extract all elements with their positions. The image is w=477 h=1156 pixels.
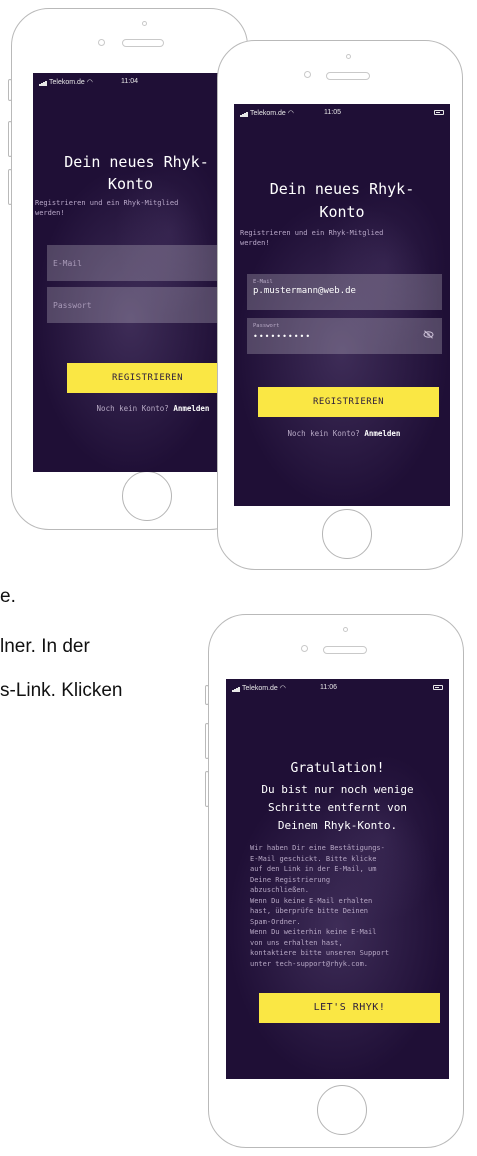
wifi-icon: ◠	[287, 110, 294, 117]
home-button[interactable]	[122, 471, 172, 521]
message-line: Wir haben Dir eine Bestätigungs-	[250, 844, 385, 852]
password-placeholder: Passwort	[53, 301, 92, 310]
side-button	[8, 79, 12, 101]
earpiece-speaker	[122, 39, 164, 47]
eye-slash-icon[interactable]	[423, 330, 434, 339]
status-bar: Telekom.de ◠ 11:04	[33, 73, 228, 91]
phone-front: Telekom.de ◠ 11:05 Dein neues Rhyk- Kont…	[217, 40, 463, 570]
password-value: ••••••••••	[253, 332, 312, 341]
carrier: Telekom.de ◠	[39, 78, 93, 86]
status-bar: Telekom.de ◠ 11:06	[226, 679, 449, 697]
register-button[interactable]: REGISTRIEREN	[258, 387, 439, 417]
message-line: unter tech-support@rhyk.com.	[250, 959, 369, 968]
side-button	[205, 685, 209, 705]
status-time: 11:04	[121, 78, 138, 85]
subtitle-line-1: Registrieren und ein Rhyk-Mitglied	[35, 199, 179, 207]
subtitle-line-2: Schritte entfernt von	[267, 801, 408, 814]
subtitle-line-1: Du bist nur noch wenige	[261, 783, 414, 796]
side-button	[205, 771, 209, 807]
title-line-1: Dein neues Rhyk-	[269, 180, 415, 198]
login-prompt: Noch kein Konto? Anmelden	[73, 404, 228, 413]
home-button[interactable]	[322, 509, 372, 559]
phone-bottom: Telekom.de ◠ 11:06 Gratulation! Du bist …	[205, 614, 464, 1148]
screen-register-empty: Telekom.de ◠ 11:04 Dein neues Rhyk- Kont…	[33, 73, 228, 472]
email-field[interactable]: E-Mail	[47, 245, 228, 281]
side-button	[8, 121, 12, 157]
front-camera	[301, 645, 308, 652]
email-placeholder: E-Mail	[53, 259, 82, 268]
lets-rhyk-button[interactable]: LET'S RHYK!	[259, 993, 440, 1023]
earpiece-speaker	[326, 72, 370, 80]
message-line: auf den Link in der E-Mail, um	[250, 865, 377, 873]
message-line: Spam-Ordner.	[250, 917, 301, 926]
side-button	[205, 723, 209, 759]
proximity-sensor	[343, 627, 348, 632]
confirmation-message: Wir haben Dir eine Bestätigungs- E-Mail …	[250, 843, 440, 969]
message-line: von uns erhalten hast,	[250, 938, 343, 947]
register-button[interactable]: REGISTRIEREN	[67, 363, 228, 393]
status-bar: Telekom.de ◠ 11:05	[234, 104, 450, 122]
gratulation-title: Gratulation!	[290, 761, 385, 776]
page-text-fragment-1: e.	[0, 586, 16, 607]
carrier: Telekom.de ◠	[232, 684, 286, 692]
password-label: Passwort	[253, 323, 280, 329]
login-prompt: Noch kein Konto? Anmelden	[264, 429, 424, 438]
earpiece-speaker	[323, 646, 367, 654]
front-camera	[304, 71, 311, 78]
status-time: 11:05	[324, 109, 341, 116]
subtitle-line-2: werden!	[35, 209, 65, 217]
page-text-fragment-2: lner. In der	[0, 636, 90, 657]
message-line: E-Mail geschickt. Bitte klicke	[250, 854, 377, 863]
no-account-text: Noch kein Konto?	[96, 404, 169, 413]
message-line: kontaktiere bitte unseren Support	[250, 949, 390, 957]
message-line: Wenn Du keine E-Mail erhalten	[250, 896, 373, 905]
signal-icon	[240, 110, 248, 117]
signal-icon	[39, 79, 47, 86]
message-line: abzuschließen.	[250, 886, 310, 894]
message-line: Deine Registrierung	[250, 875, 331, 884]
email-label: E-Mail	[253, 279, 273, 285]
phone-back: Telekom.de ◠ 11:04 Dein neues Rhyk- Kont…	[8, 8, 248, 530]
password-field[interactable]: Passwort	[47, 287, 228, 323]
screen-register-filled: Telekom.de ◠ 11:05 Dein neues Rhyk- Kont…	[234, 104, 450, 506]
subtitle-line-1: Registrieren und ein Rhyk-Mitglied	[240, 229, 384, 237]
battery-icon	[433, 685, 443, 690]
title-line-2: Konto	[107, 175, 154, 193]
wifi-icon: ◠	[279, 685, 286, 692]
signal-icon	[232, 685, 240, 692]
front-camera	[98, 39, 105, 46]
subtitle-line-3: Deinem Rhyk-Konto.	[277, 819, 398, 832]
title-line-1: Dein neues Rhyk-	[64, 153, 209, 171]
email-field[interactable]: E-Mail p.mustermann@web.de	[247, 274, 442, 310]
status-time: 11:06	[320, 684, 337, 691]
no-account-text: Noch kein Konto?	[287, 429, 360, 438]
email-value: p.mustermann@web.de	[253, 286, 356, 296]
password-field[interactable]: Passwort ••••••••••	[247, 318, 442, 354]
subtitle-line-2: werden!	[240, 239, 270, 247]
screen-confirmation: Telekom.de ◠ 11:06 Gratulation! Du bist …	[226, 679, 449, 1079]
login-link[interactable]: Anmelden	[173, 404, 209, 413]
message-line: hast, überprüfe bitte Deinen	[250, 907, 369, 915]
message-line: Wenn Du weiterhin keine E-Mail	[250, 928, 377, 936]
page-text-fragment-3: s-Link. Klicken	[0, 680, 123, 701]
proximity-sensor	[346, 54, 351, 59]
home-button[interactable]	[317, 1085, 367, 1135]
wifi-icon: ◠	[86, 79, 93, 86]
proximity-sensor	[142, 21, 147, 26]
side-button	[8, 169, 12, 205]
battery-icon	[434, 110, 444, 115]
login-link[interactable]: Anmelden	[364, 429, 400, 438]
title-line-2: Konto	[319, 203, 365, 221]
carrier: Telekom.de ◠	[240, 109, 294, 117]
